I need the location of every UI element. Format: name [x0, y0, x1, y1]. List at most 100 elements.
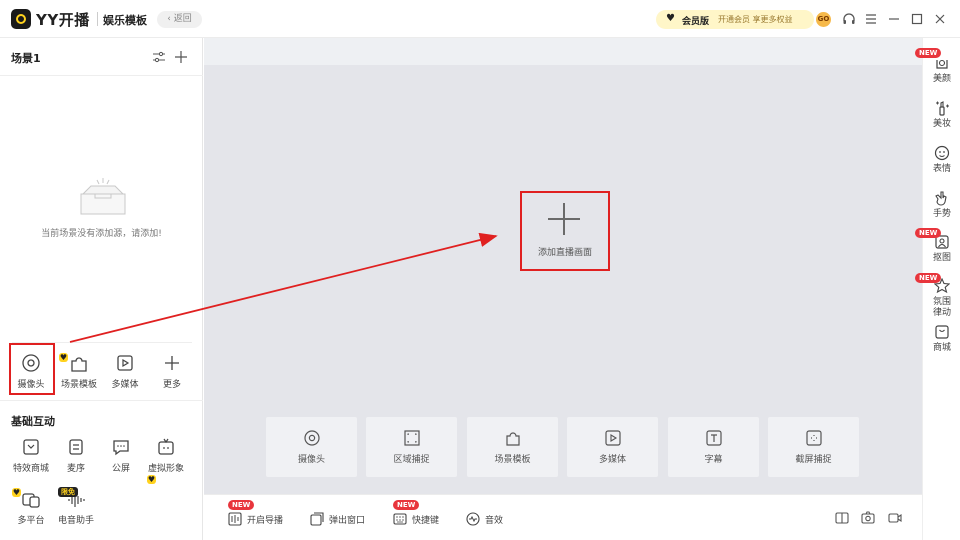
new-badge: NEW	[915, 48, 942, 58]
rail-label: 美颜	[932, 74, 951, 84]
section-divider	[0, 400, 203, 401]
title-bar: YY开播 娱乐模板 ‹ 返回 ♥ 会员版 开通会员 享更多权益 GO	[0, 0, 960, 38]
shop-icon	[935, 325, 949, 339]
source-label: 更多	[162, 380, 181, 390]
screen-capture-icon	[805, 430, 822, 446]
vip-go-badge-icon[interactable]: GO	[816, 12, 831, 27]
feature-label: 麦序	[66, 464, 85, 474]
vip-heart-icon: ♥	[59, 353, 68, 362]
rail-label: 氛围 律动	[932, 297, 951, 318]
back-button[interactable]: ‹ 返回	[157, 11, 202, 28]
keyboard-icon	[393, 513, 407, 525]
puzzle-icon	[71, 357, 87, 372]
feature-public-chat[interactable]: 公屏	[98, 436, 144, 478]
feature-label: 电音助手	[57, 516, 94, 526]
new-badge: NEW	[393, 500, 420, 510]
feature-virtual-avatar[interactable]: 虚拟形象	[143, 436, 189, 478]
bottom-label: 音效	[485, 515, 504, 526]
layout-switch-icon[interactable]	[835, 511, 849, 525]
rail-label: 美妆	[932, 119, 951, 129]
camera-highlight-box	[9, 343, 55, 395]
rail-emoji[interactable]: 表情	[923, 145, 960, 175]
sound-effects-button[interactable]: 音效	[466, 511, 503, 527]
director-icon	[228, 512, 242, 526]
rail-shop[interactable]: 商城	[923, 324, 960, 354]
tile-camera[interactable]: 摄像头	[266, 417, 357, 477]
popup-window-button[interactable]: 弹出窗口	[310, 511, 365, 527]
new-badge: NEW	[915, 228, 942, 238]
rail-label: 手势	[932, 209, 951, 219]
vip-banner[interactable]: ♥ 会员版 开通会员 享更多权益	[656, 10, 814, 29]
makeup-icon	[936, 101, 949, 116]
app-name: YY开播	[36, 11, 90, 29]
rail-matting[interactable]: 抠图	[923, 234, 960, 264]
emoji-icon	[934, 145, 950, 161]
rail-gesture[interactable]: 手势	[923, 190, 960, 220]
right-toolbar: 美颜 NEW 美妆 表情 手势 抠图 NEW 氛围 律动 NEW 商城	[915, 38, 960, 540]
close-icon[interactable]	[931, 10, 949, 28]
tile-label: 摄像头	[297, 455, 325, 465]
rail-makeup[interactable]: 美妆	[923, 100, 960, 130]
shortcut-keys-button[interactable]: 快捷键	[393, 511, 439, 527]
bottom-label: 快捷键	[412, 515, 440, 526]
tile-media[interactable]: 多媒体	[567, 417, 658, 477]
empty-scene-message: 当前场景没有添加源，请添加!	[41, 229, 162, 239]
tile-screen-capture[interactable]: 截屏捕捉	[768, 417, 859, 477]
headset-icon[interactable]	[840, 10, 858, 28]
add-live-highlight-box	[520, 191, 610, 271]
sound-effect-icon	[466, 512, 480, 526]
rail-beauty[interactable]: 美颜	[923, 55, 960, 85]
tile-label: 多媒体	[598, 455, 626, 465]
camera-icon	[303, 430, 320, 446]
media-icon	[604, 430, 621, 446]
tile-label: 字幕	[704, 455, 723, 465]
scene-title: 场景1	[11, 52, 41, 65]
region-capture-icon	[403, 430, 420, 446]
vip-description: 开通会员 享更多权益	[718, 15, 793, 24]
gesture-icon	[935, 191, 947, 206]
live-stage[interactable]: 添加直播画面 摄像头 区域捕捉 场景模板 多媒体 字幕 截屏捕捉	[204, 65, 922, 494]
record-icon[interactable]	[888, 511, 902, 525]
plus-icon	[165, 356, 179, 370]
vip-heart-icon: ♥	[147, 475, 156, 484]
feature-label: 虚拟形象	[147, 464, 184, 474]
feature-effect-shop[interactable]: 特效商城	[8, 436, 54, 478]
queue-icon	[69, 439, 83, 455]
tile-region-capture[interactable]: 区域捕捉	[366, 417, 457, 477]
tile-label: 场景模板	[494, 455, 531, 465]
vip-name: 会员版	[682, 17, 710, 27]
multi-platform-icon	[22, 493, 40, 508]
rail-ambience[interactable]: 氛围 律动	[923, 278, 960, 319]
bottom-label: 开启导播	[247, 515, 284, 526]
empty-box-icon	[80, 178, 126, 215]
minimize-icon[interactable]	[885, 10, 903, 28]
rail-label: 抠图	[932, 253, 951, 263]
title-separator	[97, 12, 98, 26]
screenshot-icon[interactable]	[861, 511, 875, 525]
tile-subtitle[interactable]: 字幕	[668, 417, 759, 477]
section-title: 基础互动	[11, 415, 55, 428]
start-director-button[interactable]: 开启导播	[228, 511, 283, 527]
source-media[interactable]: 多媒体	[102, 350, 148, 394]
source-label: 场景模板	[60, 380, 97, 390]
yy-logo-icon	[11, 9, 31, 29]
vip-heart-icon: ♥	[666, 13, 675, 24]
free-tag: 限免	[58, 487, 78, 497]
add-scene-icon[interactable]	[172, 48, 190, 66]
popup-window-icon	[310, 512, 324, 526]
media-icon	[117, 355, 133, 371]
gift-shop-icon	[23, 439, 39, 455]
feature-mic-queue[interactable]: 麦序	[53, 436, 99, 478]
menu-icon[interactable]	[862, 10, 880, 28]
text-icon	[705, 430, 722, 446]
scene-panel: 场景1 当前场景没有添加源，请添加! 摄像头 场景模板 ♥ 多媒体 更多 基础互…	[0, 38, 203, 540]
feature-label: 公屏	[111, 464, 130, 474]
new-badge: NEW	[915, 273, 942, 283]
feature-label: 特效商城	[12, 464, 49, 474]
source-more[interactable]: 更多	[149, 350, 195, 394]
rail-label: 商城	[932, 343, 951, 353]
source-label: 多媒体	[111, 380, 139, 390]
maximize-icon[interactable]	[908, 10, 926, 28]
tile-scene-template[interactable]: 场景模板	[467, 417, 558, 477]
scene-settings-icon[interactable]	[150, 48, 168, 66]
